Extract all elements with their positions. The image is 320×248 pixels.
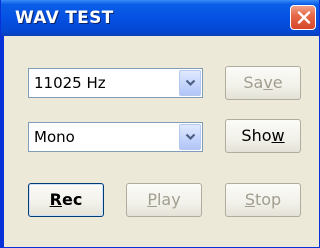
channels-dropdown-button[interactable] — [179, 124, 201, 150]
save-label-pre: Sa — [243, 73, 264, 92]
stop-label-mnemonic: S — [244, 190, 255, 209]
show-label-pre: Sho — [241, 126, 272, 145]
play-button[interactable]: Play — [126, 183, 202, 217]
play-label-mnemonic: P — [147, 190, 157, 209]
channels-dropdown[interactable]: Mono — [28, 122, 203, 152]
close-icon — [297, 11, 311, 24]
channels-value: Mono — [34, 128, 75, 146]
play-label-post: lay — [156, 190, 181, 209]
show-button[interactable]: Show — [225, 119, 301, 153]
save-button[interactable]: Save — [225, 66, 301, 100]
sample-rate-value: 11025 Hz — [34, 74, 106, 92]
sample-rate-dropdown-button[interactable] — [179, 70, 201, 96]
rec-label-post: ec — [61, 190, 83, 209]
save-label-post: e — [272, 73, 283, 92]
sample-rate-dropdown[interactable]: 11025 Hz — [28, 68, 203, 98]
window-border — [1, 36, 4, 247]
rec-button[interactable]: Rec — [28, 183, 104, 217]
stop-button[interactable]: Stop — [225, 183, 301, 217]
save-label-mnemonic: v — [263, 73, 273, 92]
show-label-mnemonic: w — [271, 126, 285, 145]
title-bar[interactable]: WAV TEST — [1, 0, 319, 36]
stop-label-post: top — [254, 190, 282, 209]
close-button[interactable] — [290, 5, 316, 30]
chevron-down-icon — [185, 133, 196, 141]
wav-test-window: WAV TEST 11025 Hz Mono Save Show Rec Pla… — [0, 0, 320, 248]
window-title: WAV TEST — [15, 8, 114, 28]
chevron-down-icon — [185, 79, 196, 87]
rec-label-mnemonic: R — [49, 190, 62, 209]
